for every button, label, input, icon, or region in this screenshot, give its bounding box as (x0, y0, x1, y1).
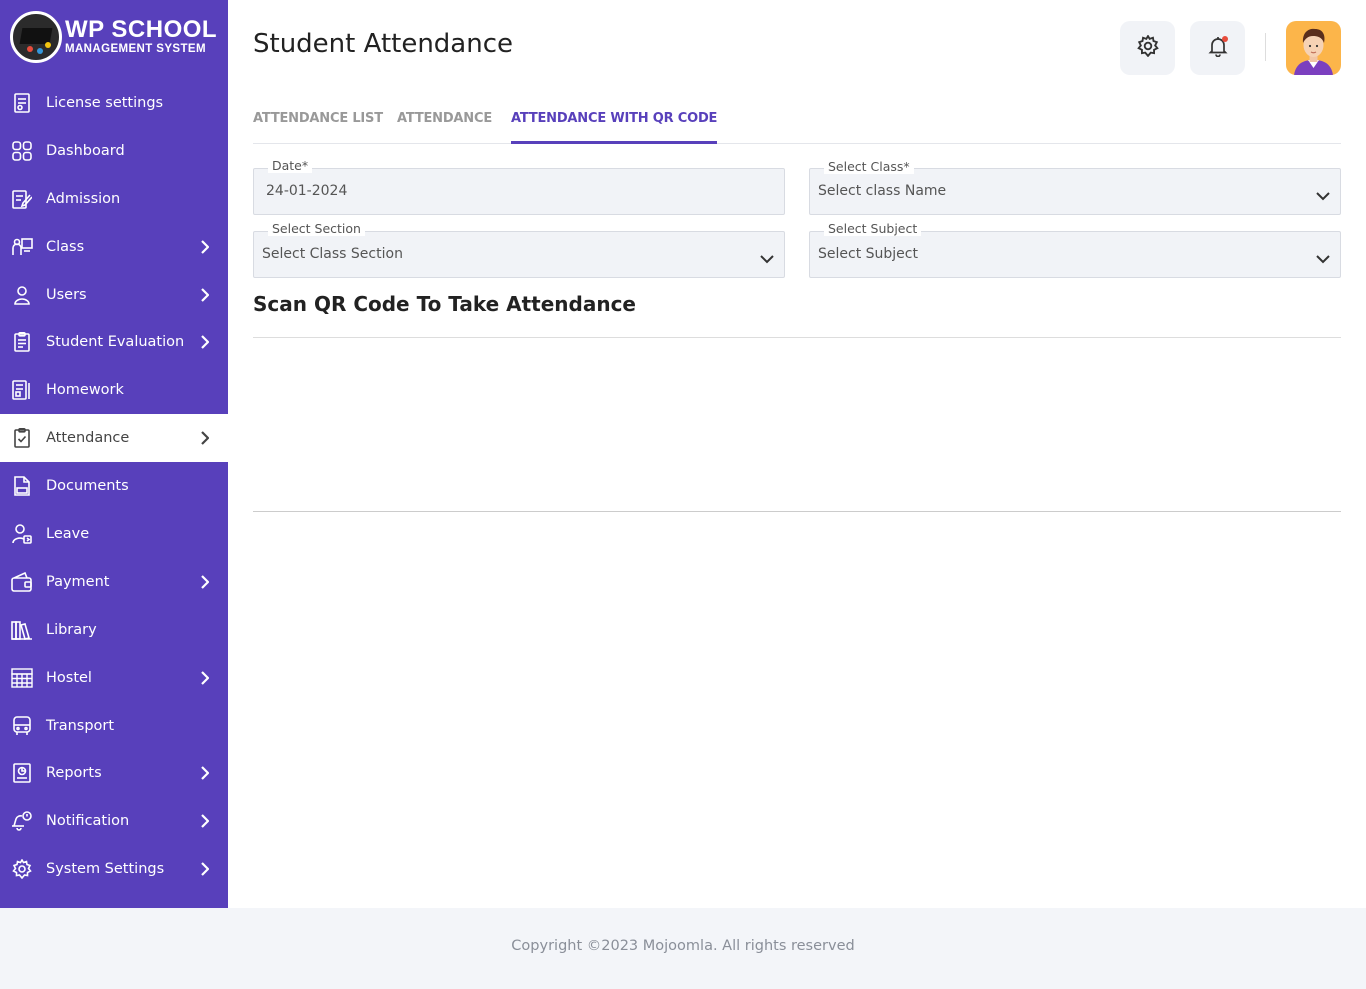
sidebar-item-attendance[interactable]: Attendance (0, 414, 228, 463)
page-title: Student Attendance (253, 29, 514, 59)
tab-attendance-list[interactable]: ATTENDANCE LIST (253, 111, 383, 144)
sidebar-item-documents[interactable]: Documents (0, 462, 228, 510)
tab-bar: ATTENDANCE LIST ATTENDANCE ATTENDANCE WI… (253, 100, 1341, 144)
subject-value: Select Subject (818, 246, 918, 262)
dashboard-icon (11, 140, 33, 162)
sidebar-item-label: Library (46, 621, 97, 638)
sidebar: WP SCHOOL MANAGEMENT SYSTEM License sett… (0, 0, 228, 908)
hostel-icon (11, 667, 33, 689)
notifications-button[interactable] (1190, 21, 1245, 75)
sidebar-item-notification[interactable]: Notification (0, 797, 228, 845)
header-divider (1265, 33, 1266, 61)
sidebar-item-users[interactable]: Users (0, 271, 228, 319)
homework-icon (11, 379, 33, 401)
date-label: Date* (268, 159, 313, 173)
sidebar-item-label: Documents (46, 478, 129, 495)
subject-select[interactable]: Select Subject Select Subject (809, 222, 1341, 278)
section-select[interactable]: Select Section Select Class Section (253, 222, 785, 278)
wallet-icon (11, 571, 33, 593)
sidebar-item-label: Dashboard (46, 142, 125, 159)
settings-button[interactable] (1120, 21, 1175, 75)
sidebar-item-label: Leave (46, 525, 90, 542)
license-icon (11, 92, 33, 114)
class-select[interactable]: Select Class* Select class Name (809, 160, 1341, 215)
sidebar-item-system-settings[interactable]: System Settings (0, 845, 228, 893)
admission-icon (11, 188, 33, 210)
sidebar-item-leave[interactable]: Leave (0, 510, 228, 558)
sidebar-item-label: License settings (46, 94, 164, 111)
bell-icon (1207, 35, 1228, 61)
main-content: Student Attendance ATTENDANCE LIST ATTEN… (228, 0, 1366, 908)
sidebar-menu: License settings Dashboard Admission Cla… (0, 79, 228, 893)
bus-icon (11, 715, 33, 737)
sidebar-item-label: Admission (46, 190, 121, 207)
sidebar-item-label: Payment (46, 573, 110, 590)
sidebar-item-label: Reports (46, 765, 102, 782)
copyright-text: Copyright ©2023 Mojoomla. All rights res… (511, 938, 855, 954)
brand-subtitle: MANAGEMENT SYSTEM (65, 43, 206, 56)
date-value: 24-01-2024 (266, 183, 348, 199)
chevron-right-icon (200, 287, 210, 302)
brand-logo[interactable]: WP SCHOOL MANAGEMENT SYSTEM (10, 11, 217, 63)
sidebar-item-library[interactable]: Library (0, 606, 228, 654)
brand-title: WP SCHOOL (65, 16, 218, 44)
attendance-icon (11, 427, 33, 449)
sidebar-item-label: System Settings (46, 861, 165, 878)
chevron-right-icon (200, 766, 210, 781)
sidebar-item-license-settings[interactable]: License settings (0, 79, 228, 127)
sidebar-item-label: Notification (46, 813, 130, 830)
sidebar-item-payment[interactable]: Payment (0, 558, 228, 606)
sidebar-item-reports[interactable]: Reports (0, 749, 228, 797)
chevron-right-icon (200, 431, 210, 445)
sidebar-item-label: Homework (46, 382, 124, 399)
class-value: Select class Name (818, 183, 947, 199)
sidebar-item-label: Transport (46, 717, 115, 734)
avatar[interactable] (1286, 21, 1341, 75)
chevron-right-icon (200, 575, 210, 589)
chevron-down-icon (1316, 249, 1330, 264)
library-icon (11, 619, 33, 641)
sidebar-item-label: Class (46, 238, 85, 255)
school-logo-icon (10, 11, 62, 63)
sidebar-item-dashboard[interactable]: Dashboard (0, 127, 228, 175)
chevron-right-icon (200, 814, 210, 829)
evaluation-icon (11, 331, 33, 353)
chevron-right-icon (200, 670, 210, 685)
chevron-right-icon (200, 862, 210, 876)
chevron-right-icon (200, 239, 210, 254)
gear-icon (1136, 34, 1159, 61)
sidebar-item-homework[interactable]: Homework (0, 366, 228, 414)
tab-attendance-with-qr-code[interactable]: ATTENDANCE WITH QR CODE (511, 111, 717, 144)
notification-dot (1221, 36, 1228, 42)
section-label: Select Section (268, 222, 365, 236)
qr-scanner-area[interactable] (253, 338, 1341, 511)
leave-icon (11, 523, 33, 545)
document-icon (11, 475, 33, 497)
class-icon (11, 236, 33, 258)
sidebar-item-hostel[interactable]: Hostel (0, 654, 228, 702)
sidebar-item-label: Attendance (46, 430, 130, 447)
chevron-down-icon (760, 249, 774, 264)
sidebar-item-admission[interactable]: Admission (0, 175, 228, 223)
sidebar-item-student-evaluation[interactable]: Student Evaluation (0, 318, 228, 366)
sidebar-item-label: Hostel (46, 669, 92, 686)
report-icon (11, 762, 33, 784)
scan-section-title: Scan QR Code To Take Attendance (253, 292, 636, 316)
divider (253, 511, 1341, 512)
sidebar-item-label: Users (46, 286, 87, 303)
sidebar-item-class[interactable]: Class (0, 223, 228, 271)
notification-icon (11, 810, 33, 832)
sidebar-item-transport[interactable]: Transport (0, 702, 228, 750)
section-value: Select Class Section (262, 246, 403, 262)
gear-icon (11, 858, 33, 880)
sidebar-item-label: Student Evaluation (46, 334, 185, 351)
footer: Copyright ©2023 Mojoomla. All rights res… (0, 908, 1366, 989)
chevron-right-icon (200, 335, 210, 350)
chevron-down-icon (1316, 186, 1330, 201)
date-field[interactable]: Date* 24-01-2024 (253, 159, 785, 215)
class-label: Select Class* (824, 160, 914, 174)
subject-label: Select Subject (824, 222, 922, 236)
user-icon (11, 284, 33, 306)
tab-attendance[interactable]: ATTENDANCE (397, 111, 492, 144)
